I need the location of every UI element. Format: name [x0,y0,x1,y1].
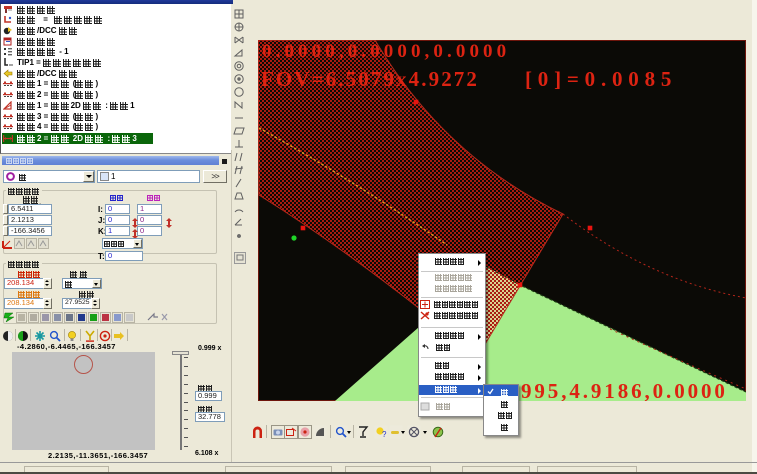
svg-text:[0]=0.0085: [0]=0.0085 [525,67,677,91]
svg-text:0.0000,0.0000,0.0000: 0.0000,0.0000,0.0000 [262,41,510,62]
svg-text:FOV=6.5079x4.9272: FOV=6.5079x4.9272 [261,67,479,91]
svg-text:?: ? [382,430,387,439]
svg-text:995,4.9186,0.0000: 995,4.9186,0.0000 [521,379,728,401]
